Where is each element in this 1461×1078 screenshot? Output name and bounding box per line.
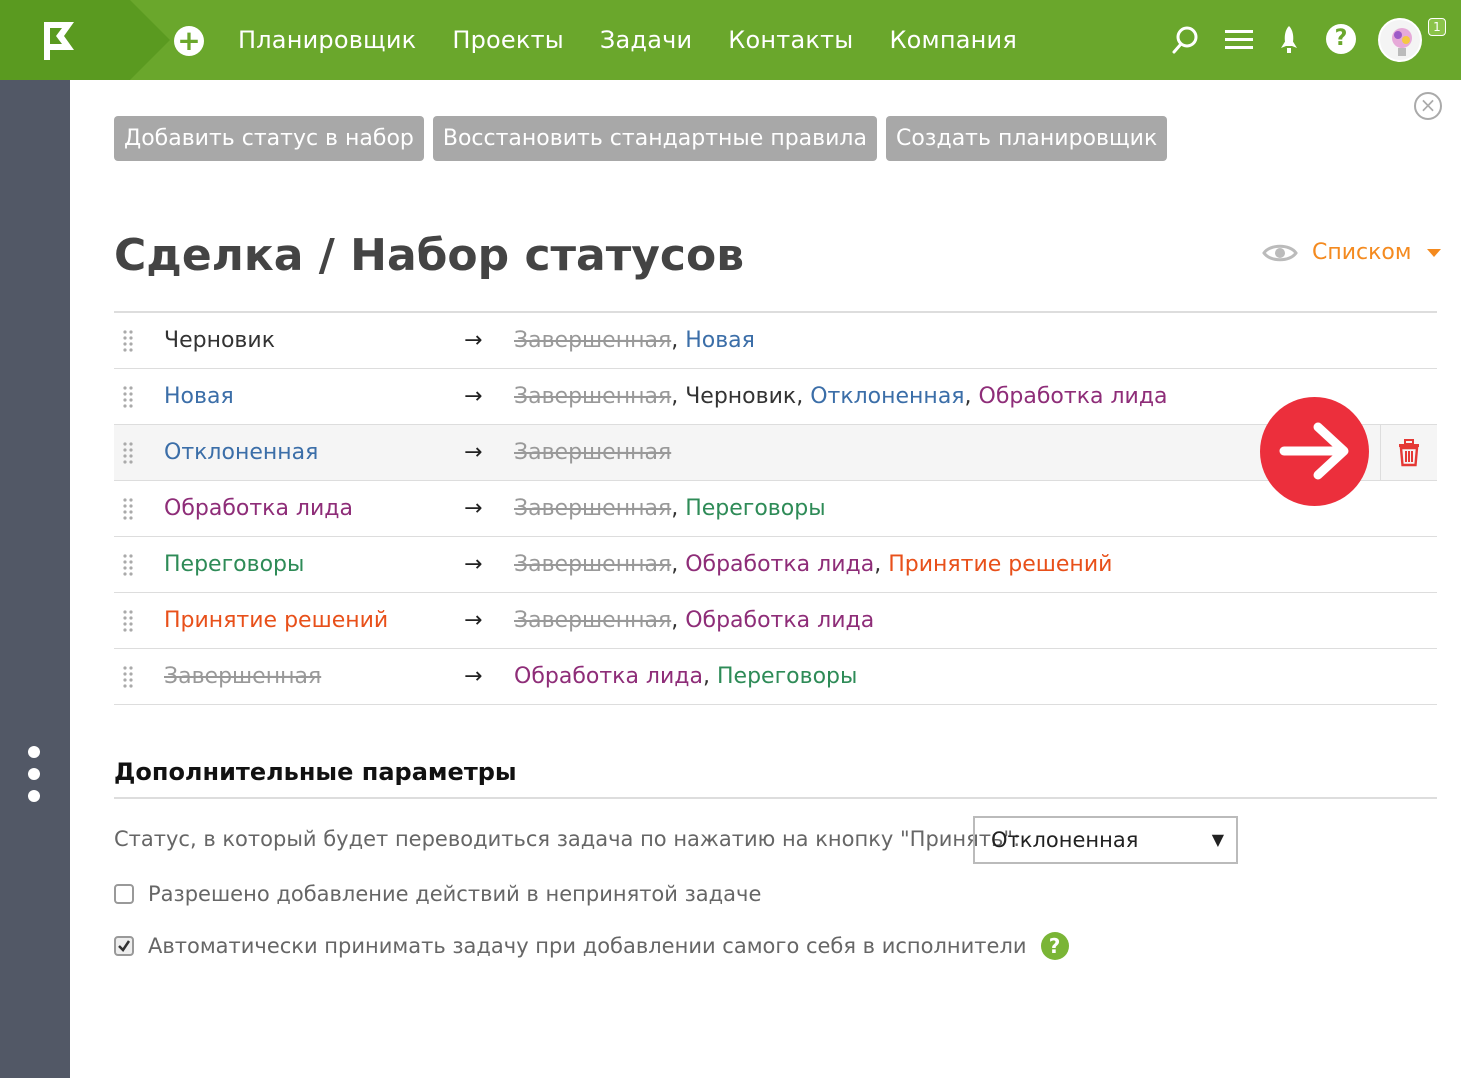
- page-title: Сделка / Набор статусов: [114, 230, 745, 281]
- transition-target[interactable]: Завершенная: [514, 440, 671, 465]
- status-name[interactable]: Отклоненная: [164, 440, 464, 465]
- status-name[interactable]: Завершенная: [164, 664, 464, 689]
- transition-target[interactable]: Обработка лида: [685, 608, 874, 633]
- restore-rules-button[interactable]: Восстановить стандартные правила: [432, 116, 877, 161]
- create-planner-button[interactable]: Создать планировщик: [885, 116, 1168, 161]
- avatar-image: [1392, 28, 1412, 56]
- nav-projects[interactable]: Проекты: [452, 26, 564, 54]
- notification-badge[interactable]: 1: [1428, 18, 1446, 36]
- drag-handle-icon[interactable]: [114, 481, 164, 537]
- drag-handle-icon[interactable]: [114, 425, 164, 481]
- top-navigation-bar: + Планировщик Проекты Задачи Контакты Ко…: [0, 0, 1461, 80]
- status-name[interactable]: Обработка лида: [164, 496, 464, 521]
- nav-planner[interactable]: Планировщик: [238, 26, 416, 54]
- transition-target[interactable]: Завершенная: [514, 552, 671, 577]
- arrow-right-icon: →: [464, 496, 483, 521]
- transition-target[interactable]: Черновик: [685, 384, 796, 409]
- main-nav: Планировщик Проекты Задачи Контакты Комп…: [238, 0, 1053, 80]
- status-transitions: Обработка лида, Переговоры: [514, 664, 858, 689]
- left-sidebar: [0, 80, 70, 1078]
- section-divider: [114, 797, 1437, 799]
- nav-tasks[interactable]: Задачи: [600, 26, 692, 54]
- accept-status-label: Статус, в который будет переводиться зад…: [114, 827, 1021, 851]
- eye-icon: [1262, 244, 1298, 261]
- transition-target[interactable]: Отклоненная: [810, 384, 964, 409]
- allow-actions-label: Разрешено добавление действий в непринят…: [148, 882, 762, 906]
- transition-target[interactable]: Завершенная: [514, 608, 671, 633]
- chevron-down-icon: [1427, 248, 1442, 257]
- extra-params-title: Дополнительные параметры: [114, 758, 517, 786]
- trash-icon[interactable]: [1380, 425, 1437, 481]
- auto-accept-label: Автоматически принимать задачу при добав…: [148, 934, 1027, 958]
- drag-handle-icon[interactable]: [114, 369, 164, 425]
- status-transitions: Завершенная, Обработка лида, Принятие ре…: [514, 552, 1113, 577]
- view-mode-dropdown[interactable]: Списком: [1262, 240, 1442, 265]
- nav-contacts[interactable]: Контакты: [728, 26, 853, 54]
- table-row[interactable]: Завершенная → Обработка лида, Переговоры: [114, 649, 1437, 705]
- search-icon[interactable]: [1170, 24, 1202, 56]
- arrow-right-icon: →: [464, 328, 483, 353]
- toolbar: Добавить статус в набор Восстановить ста…: [114, 116, 1176, 161]
- transition-target[interactable]: Новая: [685, 328, 755, 353]
- status-name[interactable]: Новая: [164, 384, 464, 409]
- transition-target[interactable]: Переговоры: [717, 664, 857, 689]
- help-icon[interactable]: ?: [1326, 24, 1356, 54]
- arrow-right-icon: →: [464, 440, 483, 465]
- arrow-right-icon: →: [464, 552, 483, 577]
- accept-status-select[interactable]: Отклоненная ▼: [973, 816, 1238, 864]
- table-row[interactable]: Отклоненная → Завершенная: [114, 425, 1437, 481]
- status-name[interactable]: Черновик: [164, 328, 464, 353]
- kebab-icon[interactable]: [28, 746, 42, 802]
- chevron-down-icon: ▼: [1211, 830, 1224, 849]
- status-transitions: Завершенная, Новая: [514, 328, 755, 353]
- logo-arrow-shape: [130, 0, 170, 80]
- status-name[interactable]: Переговоры: [164, 552, 464, 577]
- avatar[interactable]: [1378, 18, 1422, 62]
- drag-handle-icon[interactable]: [114, 593, 164, 649]
- view-mode-label: Списком: [1312, 240, 1412, 265]
- transition-target[interactable]: Обработка лида: [685, 552, 874, 577]
- allow-actions-checkbox[interactable]: [114, 884, 134, 904]
- transition-target[interactable]: Завершенная: [514, 328, 671, 353]
- arrow-right-icon: [1279, 422, 1349, 480]
- logo-area[interactable]: [0, 0, 130, 80]
- status-transitions: Завершенная, Обработка лида: [514, 608, 875, 633]
- transition-target[interactable]: Обработка лида: [514, 664, 703, 689]
- status-table: Черновик → Завершенная, Новая Новая → Заверше…: [114, 311, 1437, 705]
- table-row[interactable]: Черновик → Завершенная, Новая: [114, 313, 1437, 369]
- arrow-right-icon: →: [464, 664, 483, 689]
- status-name[interactable]: Принятие решений: [164, 608, 464, 633]
- transition-target[interactable]: Принятие решений: [888, 552, 1112, 577]
- table-row[interactable]: Новая → Завершенная, Черновик, Отклоненная…: [114, 369, 1437, 425]
- nav-company[interactable]: Компания: [889, 26, 1017, 54]
- transition-target[interactable]: Обработка лида: [979, 384, 1168, 409]
- transition-target[interactable]: Переговоры: [685, 496, 825, 521]
- add-status-button[interactable]: Добавить статус в набор: [114, 116, 424, 161]
- table-row[interactable]: Принятие решений → Завершенная, Обработка …: [114, 593, 1437, 649]
- transition-target[interactable]: Завершенная: [514, 384, 671, 409]
- drag-handle-icon[interactable]: [114, 313, 164, 369]
- add-new-button[interactable]: +: [174, 26, 204, 56]
- auto-accept-checkbox[interactable]: [114, 936, 134, 956]
- auto-accept-row: Автоматически принимать задачу при добав…: [114, 932, 1069, 960]
- table-row[interactable]: Переговоры → Завершенная, Обработка лида, …: [114, 537, 1437, 593]
- allow-actions-row: Разрешено добавление действий в непринят…: [114, 882, 761, 906]
- arrow-right-icon: →: [464, 608, 483, 633]
- plus-icon: +: [177, 24, 201, 57]
- help-icon[interactable]: ?: [1040, 932, 1069, 960]
- logo-flag-icon: [44, 22, 74, 60]
- drag-handle-icon[interactable]: [114, 537, 164, 593]
- arrow-right-icon: →: [464, 384, 483, 409]
- transition-target[interactable]: Завершенная: [514, 496, 671, 521]
- accept-status-value: Отклоненная: [991, 828, 1139, 852]
- table-row[interactable]: Обработка лида → Завершенная, Переговоры: [114, 481, 1437, 537]
- menu-icon[interactable]: [1223, 24, 1255, 56]
- drag-handle-icon[interactable]: [114, 649, 164, 705]
- checkmark-icon: [118, 940, 131, 952]
- rocket-icon[interactable]: [1273, 24, 1305, 56]
- close-icon[interactable]: ×: [1414, 92, 1442, 120]
- arrow-right-highlight[interactable]: [1260, 397, 1369, 506]
